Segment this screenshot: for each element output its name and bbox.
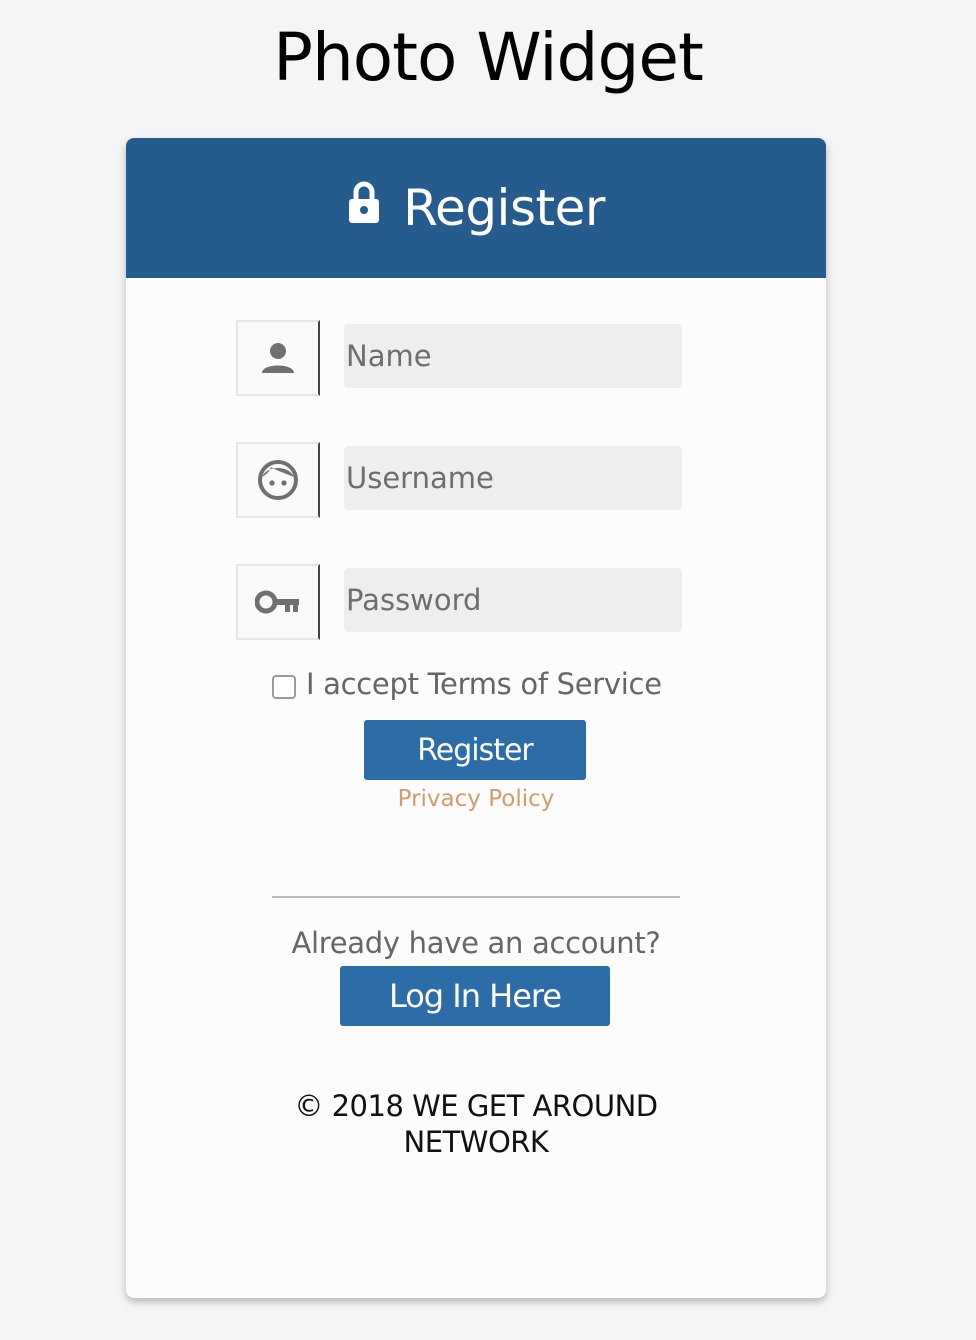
lock-icon [349, 181, 380, 223]
terms-row: I accept Terms of Service [272, 664, 692, 704]
username-icon-box [236, 442, 320, 518]
key-icon [255, 590, 299, 614]
person-icon [262, 343, 294, 373]
divider [272, 896, 680, 898]
username-field-row [236, 442, 682, 518]
username-input[interactable] [344, 446, 682, 510]
password-input[interactable] [344, 568, 682, 632]
name-field-row [236, 320, 682, 396]
register-card: Register Name Username I accept Terms of… [126, 138, 826, 1298]
name-icon-box [236, 320, 320, 396]
card-header: Register [126, 138, 826, 278]
login-button[interactable]: Log In Here [340, 966, 610, 1026]
card-header-title: Register [403, 179, 605, 237]
login-prompt: Already have an account? [291, 926, 661, 960]
face-icon [258, 460, 298, 500]
register-button[interactable]: Register [364, 720, 586, 780]
password-icon-box [236, 564, 320, 640]
page: Photo Widget Register Name Username I ac… [0, 0, 976, 1340]
terms-checkbox[interactable] [272, 675, 296, 699]
terms-label[interactable]: I accept Terms of Service [306, 667, 662, 701]
password-field-row [236, 564, 682, 640]
privacy-policy-link[interactable]: Privacy Policy [126, 786, 826, 812]
copyright: © 2018 WE GET AROUND NETWORK [294, 1089, 658, 1159]
app-title: Photo Widget [273, 19, 704, 96]
name-input[interactable] [344, 324, 682, 388]
